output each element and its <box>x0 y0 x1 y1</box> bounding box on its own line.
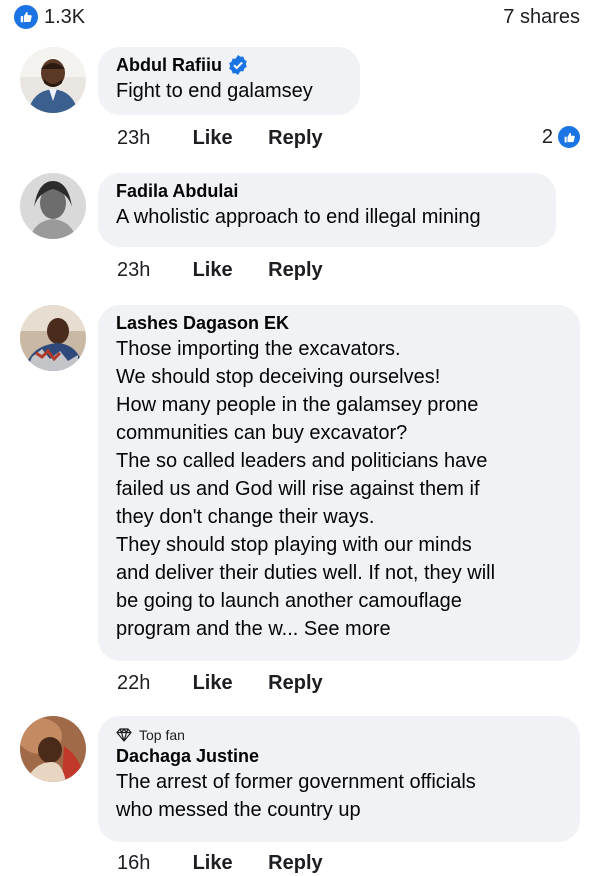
like-button[interactable]: Like <box>193 852 233 875</box>
reply-button[interactable]: Reply <box>268 672 322 695</box>
like-button[interactable]: Like <box>193 127 233 150</box>
avatar[interactable] <box>20 47 86 113</box>
comment-actions: 23h Like Reply <box>117 259 353 282</box>
comment-reaction-count: 2 <box>541 125 553 148</box>
avatar[interactable] <box>20 173 86 239</box>
comment-timestamp[interactable]: 16h <box>117 852 187 875</box>
comment-bubble: Abdul Rafiiu Fight to end galamsey <box>98 47 360 115</box>
comment-timestamp[interactable]: 23h <box>117 127 187 150</box>
reply-button[interactable]: Reply <box>268 127 322 150</box>
reply-button[interactable]: Reply <box>268 259 322 282</box>
verified-badge-icon <box>229 55 247 75</box>
reaction-count[interactable]: 1.3K <box>44 6 85 29</box>
comment-reactions[interactable]: 2 <box>542 124 582 150</box>
top-fan-badge: Top fan <box>116 726 562 744</box>
see-more-link[interactable]: See more <box>304 618 391 640</box>
comment-actions: 22h Like Reply <box>117 672 353 695</box>
comment-timestamp[interactable]: 23h <box>117 259 187 282</box>
comment-text: Those importing the excavators. We shoul… <box>116 338 496 640</box>
reply-button[interactable]: Reply <box>268 852 322 875</box>
commenter-name[interactable]: Dachaga Justine <box>116 744 259 768</box>
diamond-icon <box>116 728 132 742</box>
like-reaction-icon[interactable] <box>14 5 38 29</box>
comment-text: A wholistic approach to end illegal mini… <box>116 206 481 228</box>
comment-text: Fight to end galamsey <box>116 80 313 102</box>
comment-actions: 16h Like Reply <box>117 852 353 875</box>
post-stats-bar: 1.3K 7 shares <box>0 0 600 36</box>
comment-timestamp[interactable]: 22h <box>117 672 187 695</box>
like-button[interactable]: Like <box>193 259 233 282</box>
comment-bubble: Lashes Dagason EK Those importing the ex… <box>98 305 580 661</box>
commenter-name[interactable]: Lashes Dagason EK <box>116 311 289 335</box>
like-reaction-icon <box>556 124 582 150</box>
comment-bubble: Top fan Dachaga Justine The arrest of fo… <box>98 716 580 842</box>
comment-actions: 23h Like Reply <box>117 127 353 150</box>
commenter-name[interactable]: Abdul Rafiiu <box>116 53 222 77</box>
commenter-name[interactable]: Fadila Abdulai <box>116 179 238 203</box>
avatar[interactable] <box>20 305 86 371</box>
comment-bubble: Fadila Abdulai A wholistic approach to e… <box>98 173 556 247</box>
like-button[interactable]: Like <box>193 672 233 695</box>
top-fan-label: Top fan <box>139 727 185 743</box>
avatar[interactable] <box>20 716 86 782</box>
comment-text: The arrest of former government official… <box>116 771 476 821</box>
shares-count[interactable]: 7 shares <box>503 6 580 29</box>
